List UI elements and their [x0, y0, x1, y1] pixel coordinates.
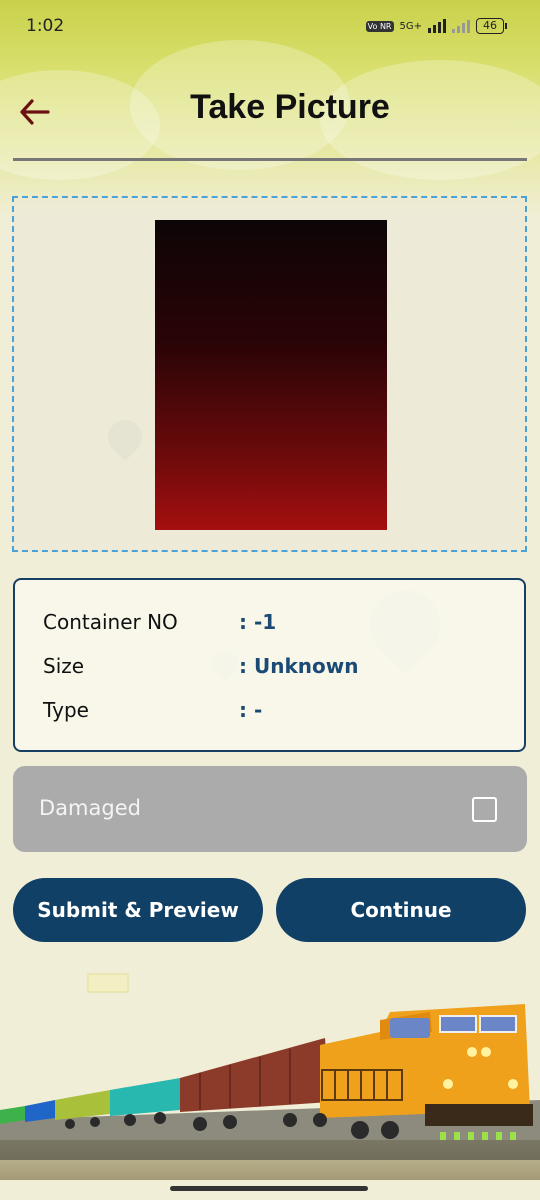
app-header: Take Picture	[0, 70, 540, 150]
signal-secondary-icon	[452, 19, 470, 33]
info-label-size: Size	[43, 654, 85, 678]
damaged-checkbox[interactable]	[472, 797, 497, 822]
info-label-type: Type	[43, 698, 89, 722]
photo-frame[interactable]	[12, 196, 527, 552]
info-value-container-no: : -1	[239, 610, 277, 634]
continue-button[interactable]: Continue	[276, 878, 526, 942]
container-info-card: Container NO : -1 Size : Unknown Type : …	[13, 578, 526, 752]
train-icon	[0, 973, 540, 1180]
info-value-type: : -	[239, 698, 263, 722]
status-icons: Vo NR 5G+ 46	[365, 18, 507, 34]
header-divider	[13, 158, 527, 161]
damaged-toggle[interactable]: Damaged	[13, 766, 527, 852]
train-illustration	[0, 960, 540, 1180]
damaged-label: Damaged	[39, 796, 141, 820]
status-bar: 1:02 Vo NR 5G+ 46	[0, 0, 540, 52]
info-value-size: : Unknown	[239, 654, 359, 678]
battery-icon: 46	[476, 18, 507, 34]
volte-badge: Vo NR	[365, 20, 394, 32]
captured-photo[interactable]	[155, 220, 387, 530]
status-time: 1:02	[26, 16, 65, 36]
page-title: Take Picture	[190, 88, 390, 126]
signal-icon	[428, 19, 446, 33]
info-label-container-no: Container NO	[43, 610, 178, 634]
home-indicator[interactable]	[170, 1186, 368, 1191]
network-label: 5G+	[399, 20, 423, 32]
submit-preview-button[interactable]: Submit & Preview	[13, 878, 263, 942]
